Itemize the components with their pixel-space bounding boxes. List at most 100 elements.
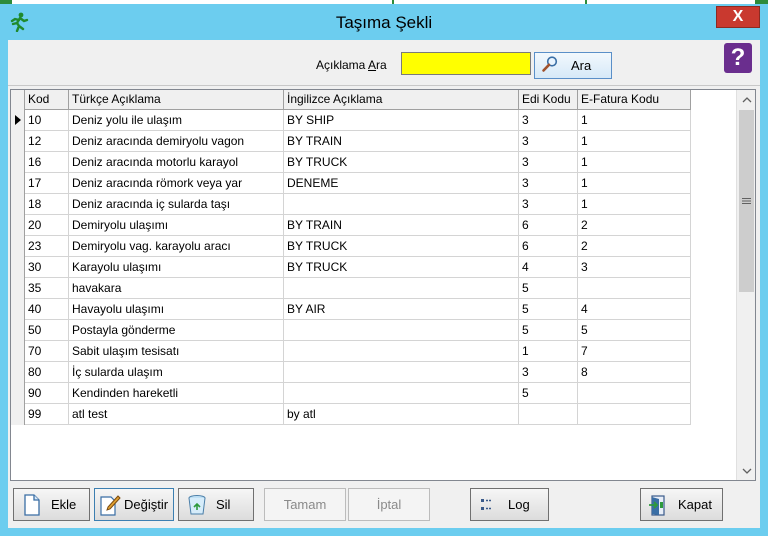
table-row[interactable]: 90 Kendinden hareketli 5 (11, 383, 691, 404)
scroll-up-icon[interactable] (737, 90, 756, 109)
cell-edi[interactable]: 5 (519, 278, 578, 299)
row-indicator[interactable] (11, 131, 25, 152)
cell-kod[interactable]: 99 (25, 404, 69, 425)
row-indicator[interactable] (11, 110, 25, 131)
cell-tr[interactable]: Demiryolu ulaşımı (69, 215, 284, 236)
cell-edi[interactable]: 6 (519, 236, 578, 257)
cell-en[interactable] (284, 278, 519, 299)
cell-ef[interactable]: 1 (578, 131, 691, 152)
cell-tr[interactable]: Demiryolu vag. karayolu aracı (69, 236, 284, 257)
scroll-down-icon[interactable] (737, 461, 756, 480)
row-indicator[interactable] (11, 215, 25, 236)
cell-kod[interactable]: 10 (25, 110, 69, 131)
cell-ef[interactable]: 5 (578, 320, 691, 341)
cell-tr[interactable]: atl test (69, 404, 284, 425)
column-header-ingilizce[interactable]: İngilizce Açıklama (284, 90, 519, 110)
cell-ef[interactable] (578, 404, 691, 425)
cell-en[interactable] (284, 383, 519, 404)
data-grid[interactable]: Kod Türkçe Açıklama İngilizce Açıklama E… (10, 89, 756, 481)
cell-kod[interactable]: 16 (25, 152, 69, 173)
cell-kod[interactable]: 12 (25, 131, 69, 152)
cell-en[interactable] (284, 341, 519, 362)
table-row[interactable]: 20 Demiryolu ulaşımı BY TRAIN 6 2 (11, 215, 691, 236)
table-row[interactable]: 16 Deniz aracında motorlu karayol BY TRUCK… (11, 152, 691, 173)
table-row[interactable]: 50 Postayla gönderme 5 5 (11, 320, 691, 341)
cell-en[interactable]: BY TRAIN (284, 215, 519, 236)
cell-edi[interactable]: 3 (519, 362, 578, 383)
table-row[interactable]: 18 Deniz aracında iç sularda taşı 3 1 (11, 194, 691, 215)
cell-en[interactable]: BY AIR (284, 299, 519, 320)
cell-en[interactable]: DENEME (284, 173, 519, 194)
cell-tr[interactable]: Karayolu ulaşımı (69, 257, 284, 278)
cell-tr[interactable]: Deniz yolu ile ulaşım (69, 110, 284, 131)
cell-ef[interactable]: 1 (578, 152, 691, 173)
log-button[interactable]: Log (470, 488, 549, 521)
cell-kod[interactable]: 80 (25, 362, 69, 383)
table-row[interactable]: 40 Havayolu ulaşımı BY AIR 5 4 (11, 299, 691, 320)
sil-button[interactable]: Sil (178, 488, 254, 521)
cell-tr[interactable]: Deniz aracında römork veya yar (69, 173, 284, 194)
title-bar[interactable]: Taşıma Şekli X (0, 4, 768, 40)
cell-ef[interactable]: 3 (578, 257, 691, 278)
cell-en[interactable] (284, 320, 519, 341)
cell-en[interactable] (284, 194, 519, 215)
kapat-button[interactable]: Kapat (640, 488, 723, 521)
table-row[interactable]: 35 havakara 5 (11, 278, 691, 299)
close-button[interactable]: X (716, 6, 760, 28)
cell-edi[interactable]: 4 (519, 257, 578, 278)
table-row[interactable]: 10 Deniz yolu ile ulaşım BY SHIP 3 1 (11, 110, 691, 131)
row-indicator[interactable] (11, 299, 25, 320)
column-header-edi-kodu[interactable]: Edi Kodu (519, 90, 578, 110)
cell-tr[interactable]: Havayolu ulaşımı (69, 299, 284, 320)
cell-en[interactable]: BY TRUCK (284, 257, 519, 278)
vertical-scrollbar[interactable] (736, 90, 755, 480)
ekle-button[interactable]: Ekle (13, 488, 90, 521)
column-header-e-fatura-kodu[interactable]: E-Fatura Kodu (578, 90, 691, 110)
scroll-thumb[interactable] (739, 110, 754, 292)
cell-ef[interactable]: 7 (578, 341, 691, 362)
cell-en[interactable]: BY TRAIN (284, 131, 519, 152)
cell-ef[interactable] (578, 278, 691, 299)
degistir-button[interactable]: Değiştir (94, 488, 174, 521)
table-row[interactable]: 70 Sabit ulaşım tesisatı 1 7 (11, 341, 691, 362)
cell-edi[interactable]: 3 (519, 173, 578, 194)
cell-edi[interactable]: 5 (519, 383, 578, 404)
cell-en[interactable]: BY TRUCK (284, 236, 519, 257)
cell-kod[interactable]: 70 (25, 341, 69, 362)
cell-ef[interactable]: 1 (578, 173, 691, 194)
row-indicator[interactable] (11, 194, 25, 215)
iptal-button[interactable]: İptal (348, 488, 430, 521)
row-indicator[interactable] (11, 404, 25, 425)
cell-edi[interactable]: 3 (519, 194, 578, 215)
cell-edi[interactable]: 3 (519, 131, 578, 152)
row-indicator[interactable] (11, 383, 25, 404)
cell-kod[interactable]: 30 (25, 257, 69, 278)
row-indicator[interactable] (11, 152, 25, 173)
cell-tr[interactable]: Deniz aracında motorlu karayol (69, 152, 284, 173)
cell-tr[interactable]: İç sularda ulaşım (69, 362, 284, 383)
cell-kod[interactable]: 40 (25, 299, 69, 320)
row-indicator[interactable] (11, 320, 25, 341)
cell-kod[interactable]: 17 (25, 173, 69, 194)
cell-tr[interactable]: havakara (69, 278, 284, 299)
table-row[interactable]: 23 Demiryolu vag. karayolu aracı BY TRUCK 6… (11, 236, 691, 257)
cell-en[interactable]: by atl (284, 404, 519, 425)
cell-kod[interactable]: 20 (25, 215, 69, 236)
cell-edi[interactable] (519, 404, 578, 425)
cell-ef[interactable]: 2 (578, 215, 691, 236)
search-input[interactable] (401, 52, 531, 75)
cell-tr[interactable]: Sabit ulaşım tesisatı (69, 341, 284, 362)
cell-en[interactable]: BY SHIP (284, 110, 519, 131)
cell-tr[interactable]: Kendinden hareketli (69, 383, 284, 404)
tamam-button[interactable]: Tamam (264, 488, 346, 521)
cell-kod[interactable]: 23 (25, 236, 69, 257)
table-row[interactable]: 12 Deniz aracında demiryolu vagon BY TRAIN… (11, 131, 691, 152)
search-button[interactable]: Ara (534, 52, 612, 79)
cell-ef[interactable]: 1 (578, 194, 691, 215)
help-icon[interactable]: ? (724, 43, 752, 73)
cell-edi[interactable]: 1 (519, 341, 578, 362)
cell-tr[interactable]: Postayla gönderme (69, 320, 284, 341)
cell-kod[interactable]: 90 (25, 383, 69, 404)
cell-en[interactable]: BY TRUCK (284, 152, 519, 173)
row-indicator[interactable] (11, 341, 25, 362)
